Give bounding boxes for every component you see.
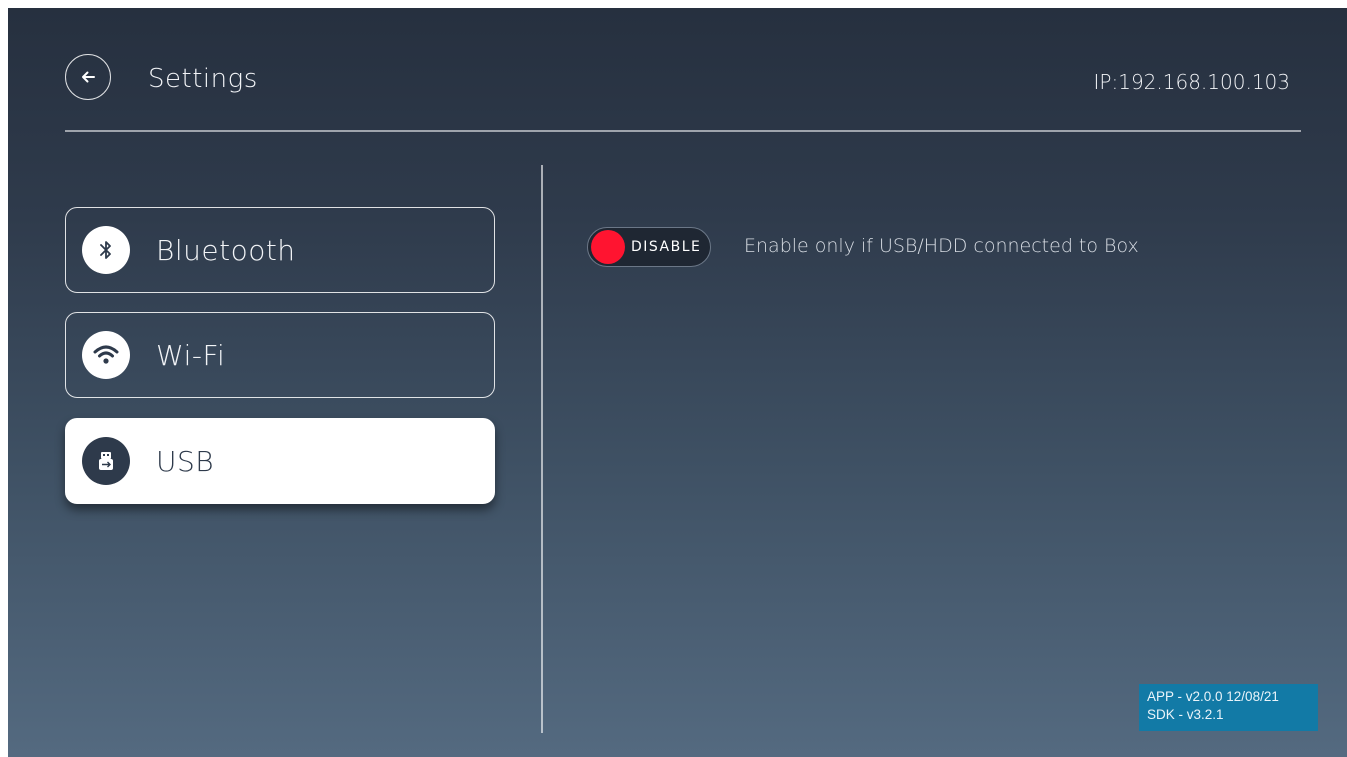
- sidebar-item-bluetooth[interactable]: Bluetooth: [65, 207, 495, 293]
- usb-toggle-description: Enable only if USB/HDD connected to Box: [744, 235, 1139, 257]
- settings-screen: Settings IP:192.168.100.103 Bluetooth Wi…: [8, 8, 1347, 757]
- sidebar-item-wifi[interactable]: Wi-Fi: [65, 312, 495, 398]
- sidebar-item-usb[interactable]: USB: [65, 418, 495, 504]
- usb-enable-toggle[interactable]: DISABLE: [587, 227, 711, 267]
- sdk-version: SDK - v3.2.1: [1147, 707, 1224, 722]
- back-button[interactable]: [65, 54, 111, 100]
- header-divider: [65, 130, 1301, 132]
- version-badge: APP - v2.0.0 12/08/21 SDK - v3.2.1: [1139, 684, 1318, 731]
- arrow-left-icon: [82, 71, 95, 83]
- sidebar-item-label: Wi-Fi: [156, 338, 226, 372]
- bluetooth-icon: [100, 241, 111, 259]
- usb-icon-badge: [82, 437, 130, 485]
- toggle-state-label: DISABLE: [631, 239, 702, 255]
- ip-address: IP:192.168.100.103: [1093, 70, 1290, 94]
- panel-divider: [541, 165, 543, 733]
- toggle-knob: [591, 230, 625, 264]
- sidebar-item-label: Bluetooth: [156, 233, 296, 267]
- wifi-icon-badge: [82, 331, 130, 379]
- page-title: Settings: [148, 64, 258, 94]
- wifi-icon: [93, 345, 119, 364]
- usb-icon: [99, 452, 113, 470]
- sidebar-item-label: USB: [156, 444, 215, 478]
- bluetooth-icon-badge: [82, 226, 130, 274]
- app-version: APP - v2.0.0 12/08/21: [1147, 689, 1279, 704]
